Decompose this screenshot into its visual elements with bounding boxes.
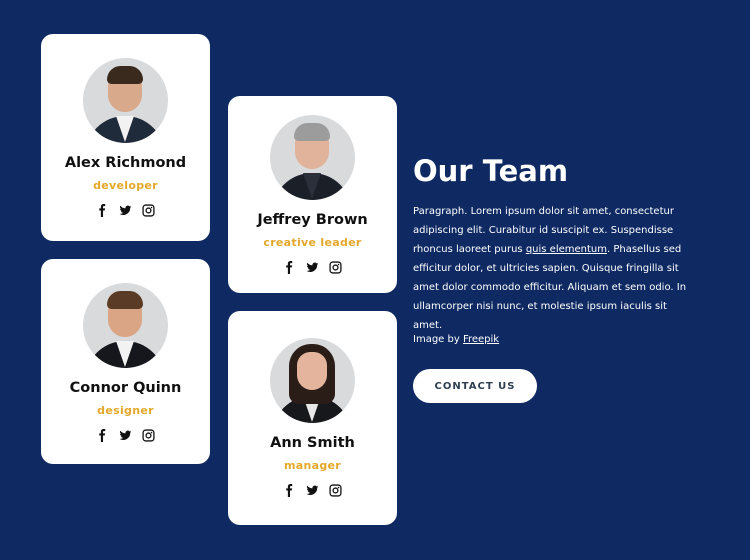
avatar [83,58,168,143]
member-name: Ann Smith [270,435,355,451]
avatar [83,283,168,368]
twitter-icon[interactable] [306,261,319,274]
social-links [41,429,210,442]
facebook-icon[interactable] [96,204,109,217]
avatar [270,338,355,423]
twitter-icon[interactable] [119,204,132,217]
instagram-icon[interactable] [142,204,155,217]
section-title: Our Team [413,154,569,188]
social-links [228,484,397,497]
instagram-icon[interactable] [329,261,342,274]
social-links [228,261,397,274]
member-name: Jeffrey Brown [257,212,368,228]
facebook-icon[interactable] [283,484,296,497]
avatar [270,115,355,200]
team-card-connor-quinn: Connor Quinn designer [41,259,210,464]
facebook-icon[interactable] [283,261,296,274]
paragraph-link[interactable]: quis elementum [526,244,607,255]
image-credit: Image by Freepik [413,334,499,345]
team-card-alex-richmond: Alex Richmond developer [41,34,210,241]
instagram-icon[interactable] [142,429,155,442]
twitter-icon[interactable] [119,429,132,442]
member-name: Connor Quinn [69,380,182,396]
member-role: developer [93,179,158,192]
team-card-jeffrey-brown: Jeffrey Brown creative leader [228,96,397,293]
instagram-icon[interactable] [329,484,342,497]
freepik-link[interactable]: Freepik [463,334,499,345]
facebook-icon[interactable] [96,429,109,442]
section-paragraph: Paragraph. Lorem ipsum dolor sit amet, c… [413,202,688,335]
twitter-icon[interactable] [306,484,319,497]
contact-us-button[interactable]: CONTACT US [413,369,537,403]
member-name: Alex Richmond [64,155,187,171]
credit-prefix: Image by [413,334,463,345]
member-role: creative leader [263,236,362,249]
member-role: manager [284,459,341,472]
member-role: designer [97,404,154,417]
paragraph-text-end: . Phasellus sed efficitur dolor, et ultr… [413,244,687,331]
social-links [41,204,210,217]
team-card-ann-smith: Ann Smith manager [228,311,397,525]
